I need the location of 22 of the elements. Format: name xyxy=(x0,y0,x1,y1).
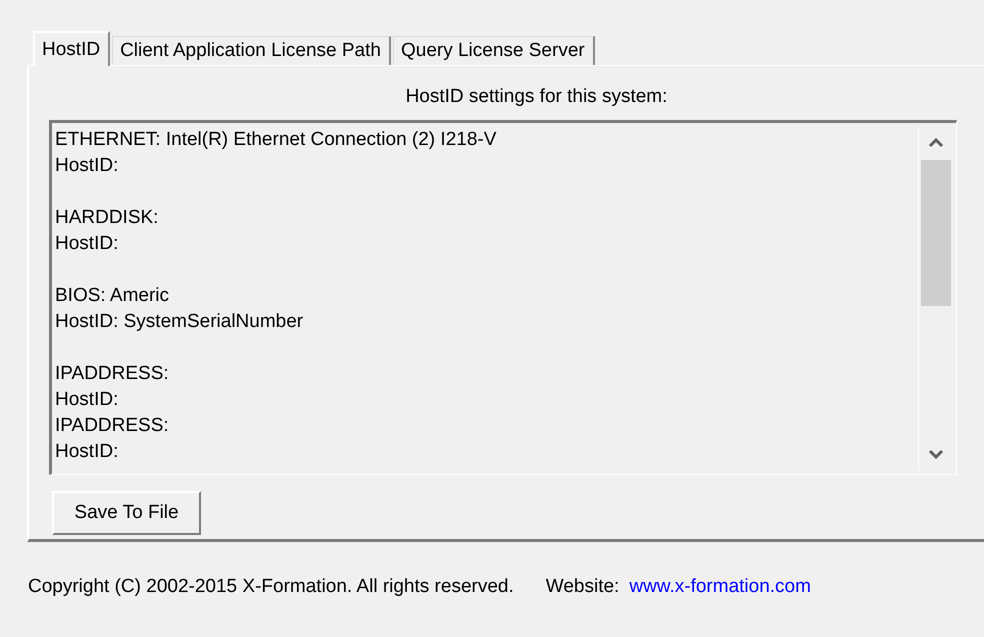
section-heading: HostID settings for this system: xyxy=(404,85,668,109)
text-line: HostID: SystemSerialNumber xyxy=(55,310,304,334)
website-label: Website: xyxy=(546,576,620,598)
website-link[interactable]: www.x-formation.com xyxy=(629,576,811,598)
tab[interactable]: HostID xyxy=(33,31,110,66)
text-line: HARDDISK: xyxy=(55,206,160,230)
scrollbar[interactable] xyxy=(918,126,953,471)
text-line: BIOS: Americ xyxy=(55,284,170,308)
text-line: HostID: xyxy=(55,440,120,464)
tab[interactable]: Query License Server xyxy=(392,36,595,65)
text-line: HostID: xyxy=(55,388,120,412)
tab[interactable]: Client Application License Path xyxy=(112,36,391,65)
text-line: IPADDRESS: xyxy=(55,362,170,386)
scroll-down-icon[interactable] xyxy=(929,449,943,459)
text-line: ETHERNET: Intel(R) Ethernet Connection (2) I218-V xyxy=(55,128,498,152)
save-button[interactable]: Save To File xyxy=(52,491,201,535)
copyright-text: Copyright (C) 2002-2015 X-Formation. All rights reserved. xyxy=(28,576,514,598)
scroll-up-icon[interactable] xyxy=(929,138,943,148)
text-line: HostID: xyxy=(55,154,120,178)
text-line: IPADDRESS: xyxy=(55,414,170,438)
text-line: HostID: xyxy=(55,232,120,256)
scrollbar-thumb[interactable] xyxy=(921,160,951,306)
